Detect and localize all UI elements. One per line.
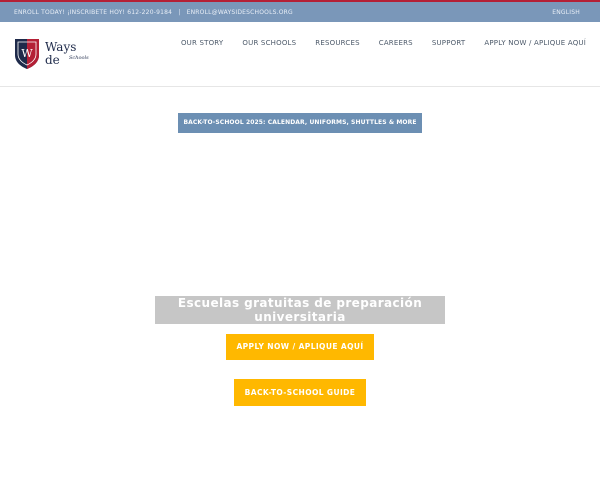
nav-item-our-schools[interactable]: OUR SCHOOLS xyxy=(242,39,296,47)
back-to-school-banner-button[interactable]: BACK-TO-SCHOOL 2025: CALENDAR, UNIFORMS,… xyxy=(178,113,422,133)
language-selector[interactable]: ENGLISH xyxy=(552,9,580,16)
site-logo[interactable]: W Ways de Schools xyxy=(14,38,94,72)
nav-item-resources[interactable]: RESOURCES xyxy=(315,39,359,47)
back-to-school-guide-button[interactable]: BACK-TO-SCHOOL GUIDE xyxy=(234,379,366,406)
hero-title: Escuelas gratuitas de preparación univer… xyxy=(155,296,445,324)
logo-wordmark: Ways de Schools xyxy=(45,41,94,67)
nav-item-careers[interactable]: CAREERS xyxy=(379,39,413,47)
nav-item-our-story[interactable]: OUR STORY xyxy=(181,39,223,47)
nav-item-apply-now[interactable]: APPLY NOW / APLIQUE AQUÍ xyxy=(484,39,586,47)
contact-info: ENROLL TODAY! ¡INSCRIBETE HOY! 612-220-9… xyxy=(14,9,293,16)
apply-now-button[interactable]: APPLY NOW / APLIQUE AQUÍ xyxy=(226,334,374,360)
shield-icon: W xyxy=(15,39,39,69)
top-utility-bar: ENROLL TODAY! ¡INSCRIBETE HOY! 612-220-9… xyxy=(0,0,600,22)
main-nav: OUR STORY OUR SCHOOLS RESOURCES CAREERS … xyxy=(162,39,586,47)
email-link[interactable]: ENROLL@WAYSIDESCHOOLS.ORG xyxy=(187,9,293,16)
site-header: W Ways de Schools OUR STORY OUR SCHOOLS … xyxy=(0,22,600,87)
nav-item-support[interactable]: SUPPORT xyxy=(432,39,466,47)
brand-sub: Schools xyxy=(69,55,89,61)
shield-letter: W xyxy=(21,47,33,60)
enroll-phone-link[interactable]: ENROLL TODAY! ¡INSCRIBETE HOY! 612-220-9… xyxy=(14,9,172,16)
brand-name: Ways de xyxy=(45,40,77,67)
separator: | xyxy=(178,9,181,16)
